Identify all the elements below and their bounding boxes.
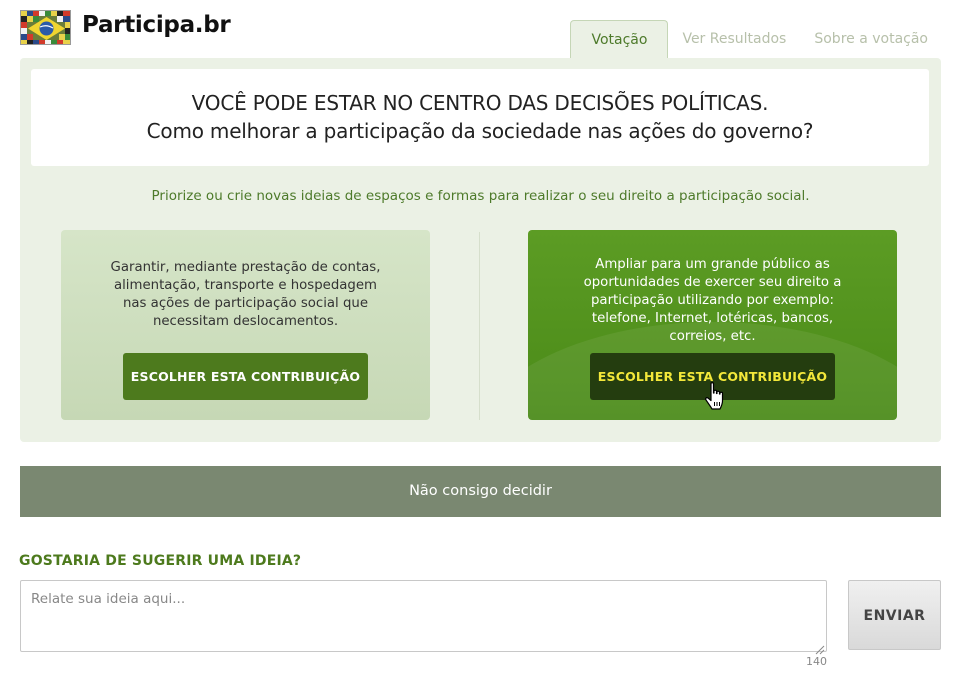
undecided-button[interactable]: Não consigo decidir bbox=[20, 466, 941, 517]
tab-sobre-a-votacao[interactable]: Sobre a votação bbox=[800, 20, 942, 58]
option-right-text: Ampliar para um grande público as oportu… bbox=[583, 257, 842, 344]
hand-pointer-cursor-icon bbox=[704, 382, 726, 410]
character-counter: 140 bbox=[806, 655, 827, 668]
tab-ver-resultados[interactable]: Ver Resultados bbox=[668, 20, 800, 58]
headline-question: Como melhorar a participação da sociedad… bbox=[146, 119, 814, 143]
instruction-text: Priorize ou crie novas ideias de espaços… bbox=[151, 188, 810, 204]
tab-bar: Votação Ver Resultados Sobre a votação bbox=[570, 20, 942, 58]
header: Participa.br Votação Ver Resultados Sobr… bbox=[0, 0, 962, 58]
option-card-right: Ampliar para um grande público as oportu… bbox=[528, 230, 897, 420]
resize-grip-icon[interactable] bbox=[815, 640, 825, 655]
headline-title: VOCÊ PODE ESTAR NO CENTRO DAS DECISÕES P… bbox=[191, 91, 769, 115]
options-divider bbox=[479, 232, 480, 420]
tab-votacao[interactable]: Votação bbox=[570, 20, 669, 58]
suggest-idea-heading: GOSTARIA DE SUGERIR UMA IDEIA? bbox=[19, 553, 302, 569]
idea-input[interactable] bbox=[20, 580, 827, 652]
choose-left-button[interactable]: ESCOLHER ESTA CONTRIBUIÇÃO bbox=[123, 353, 368, 400]
option-card-left: Garantir, mediante prestação de contas, … bbox=[61, 230, 430, 420]
send-button[interactable]: ENVIAR bbox=[848, 580, 941, 650]
option-left-text: Garantir, mediante prestação de contas, … bbox=[110, 260, 381, 329]
headline-box: VOCÊ PODE ESTAR NO CENTRO DAS DECISÕES P… bbox=[31, 69, 929, 166]
brazil-flag-mosaic-icon[interactable] bbox=[20, 10, 71, 45]
site-title[interactable]: Participa.br bbox=[82, 12, 231, 38]
voting-panel: VOCÊ PODE ESTAR NO CENTRO DAS DECISÕES P… bbox=[20, 58, 941, 442]
